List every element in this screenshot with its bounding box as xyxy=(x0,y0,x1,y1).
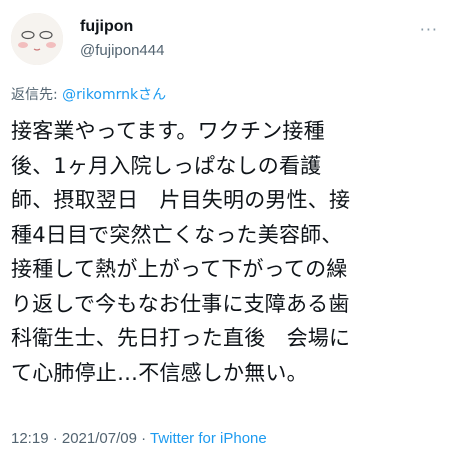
timestamp[interactable]: 12:19 · 2021/07/09 · xyxy=(11,430,150,447)
avatar-face-icon xyxy=(11,13,63,65)
reply-mention-link[interactable]: @rikomrnkさん xyxy=(62,87,166,103)
avatar[interactable] xyxy=(11,13,63,65)
tweet-text: 接客業やってます。ワクチン接種 後、1ヶ月入院しっぱなしの看護 師、摂取翌日 片… xyxy=(11,119,351,385)
user-handle[interactable]: @fujipon444 xyxy=(80,42,164,59)
reply-prefix: 返信先: xyxy=(11,87,63,103)
source-link[interactable]: Twitter for iPhone xyxy=(150,430,267,447)
display-name[interactable]: fujipon xyxy=(80,18,133,36)
tweet-metadata: 12:19 · 2021/07/09 · Twitter for iPhone xyxy=(11,430,267,447)
more-dots-icon[interactable]: ··· xyxy=(420,20,438,39)
tweet-card: fujipon @fujipon444 ··· 返信先: @rikomrnkさん… xyxy=(0,0,452,468)
reply-line: 返信先: @rikomrnkさん xyxy=(11,84,166,104)
